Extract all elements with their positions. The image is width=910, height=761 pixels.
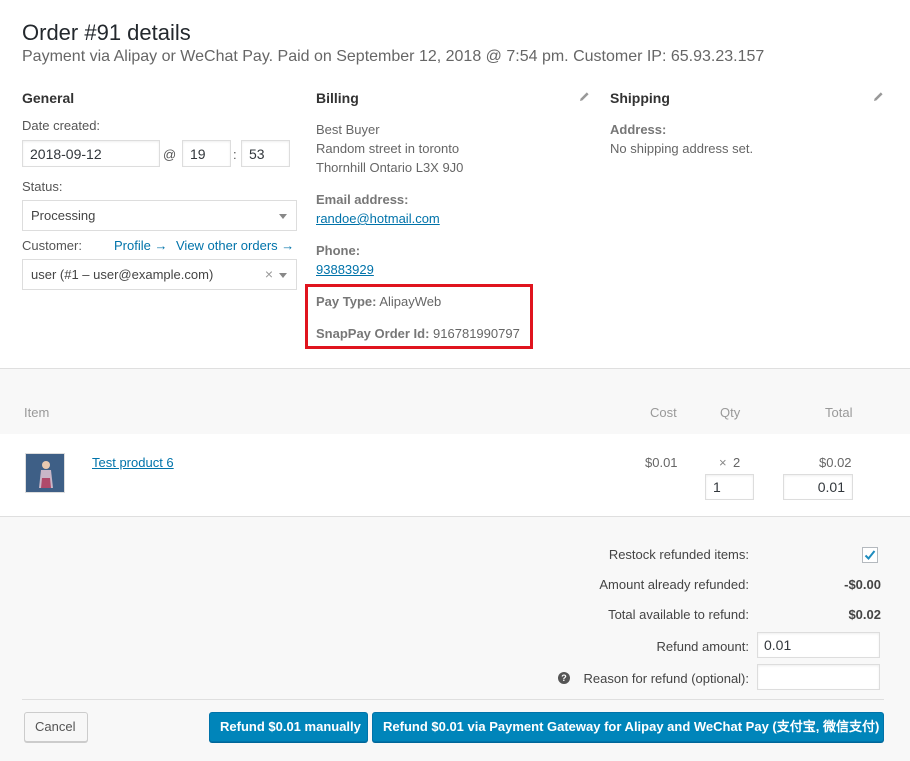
refund-reason-input[interactable]: [757, 664, 880, 690]
chevron-down-icon: [279, 214, 287, 219]
pay-type-row: Pay Type: AlipayWeb: [316, 292, 441, 311]
already-refunded-value: -$0.00: [844, 577, 881, 592]
shipping-address-label: Address:: [610, 122, 667, 137]
help-icon[interactable]: ?: [558, 672, 570, 684]
item-cost: $0.01: [645, 455, 678, 470]
available-to-refund-value: $0.02: [848, 607, 881, 622]
actions-divider: [22, 699, 884, 700]
qty-column-header: Qty: [720, 405, 741, 420]
snappay-order-id-value: 916781990797: [433, 326, 520, 341]
status-label: Status:: [22, 179, 63, 194]
customer-value: user (#1 – user@example.com): [31, 267, 214, 282]
item-total: $0.02: [819, 455, 852, 470]
restock-checkbox[interactable]: [862, 547, 878, 563]
pay-type-label: Pay Type:: [316, 294, 377, 309]
pay-type-value: AlipayWeb: [379, 294, 442, 309]
customer-select[interactable]: user (#1 – user@example.com) ×: [22, 259, 297, 290]
shipping-heading: Shipping: [610, 90, 670, 106]
page-title: Order #91 details: [22, 20, 191, 45]
product-name-link[interactable]: Test product 6: [92, 455, 174, 470]
refund-manually-button[interactable]: Refund $0.01 manually: [209, 712, 368, 742]
clear-icon[interactable]: ×: [265, 260, 273, 289]
snappay-order-id-label: SnapPay Order Id:: [316, 326, 430, 341]
customer-label: Customer:: [22, 238, 82, 253]
checkmark-icon: [864, 550, 876, 560]
billing-heading: Billing: [316, 90, 359, 106]
edit-billing-icon[interactable]: [579, 91, 590, 102]
refund-amount-label: Refund amount:: [656, 639, 749, 654]
date-created-input[interactable]: [22, 140, 160, 167]
date-created-label: Date created:: [22, 118, 101, 133]
refund-total-input[interactable]: [783, 474, 853, 500]
minute-input[interactable]: [241, 140, 290, 167]
email-link[interactable]: randoe@hotmail.com: [316, 211, 440, 226]
view-other-orders-link[interactable]: View other orders →: [176, 238, 294, 253]
hour-input[interactable]: [182, 140, 231, 167]
phone-label: Phone:: [316, 243, 361, 258]
cancel-button[interactable]: Cancel: [24, 712, 88, 742]
billing-address-line1: Best Buyer: [316, 122, 380, 137]
product-image-icon: [26, 454, 64, 492]
refund-qty-input[interactable]: [705, 474, 754, 500]
item-column-header: Item: [24, 405, 50, 420]
email-label: Email address:: [316, 192, 409, 207]
cost-column-header: Cost: [650, 405, 677, 420]
snappay-order-id-row: SnapPay Order Id: 916781990797: [316, 324, 520, 343]
shipping-address-value: No shipping address set.: [610, 141, 754, 156]
chevron-down-icon: [279, 273, 287, 278]
status-select[interactable]: Processing: [22, 200, 297, 231]
billing-address-line2: Random street in toronto: [316, 141, 460, 156]
order-subtitle: Payment via Alipay or WeChat Pay. Paid o…: [22, 48, 765, 65]
billing-address-line3: Thornhill Ontario L3X 9J0: [316, 160, 464, 175]
general-heading: General: [22, 90, 75, 106]
item-qty: 2: [733, 455, 741, 470]
time-colon: :: [233, 147, 237, 162]
profile-link[interactable]: Profile →: [114, 238, 167, 253]
total-column-header: Total: [825, 405, 853, 420]
product-thumbnail: [25, 453, 65, 493]
section-divider: [0, 368, 910, 391]
refund-via-gateway-button[interactable]: Refund $0.01 via Payment Gateway for Ali…: [372, 712, 884, 742]
available-to-refund-label: Total available to refund:: [608, 607, 749, 622]
phone-link[interactable]: 93883929: [316, 262, 374, 277]
status-value: Processing: [31, 208, 96, 223]
items-header: [0, 390, 910, 434]
restock-label: Restock refunded items:: [608, 547, 749, 562]
already-refunded-label: Amount already refunded:: [599, 577, 749, 592]
edit-shipping-icon[interactable]: [873, 91, 884, 102]
qty-multiplier: ×: [719, 455, 727, 470]
refund-reason-label: Reason for refund (optional):: [583, 671, 749, 686]
at-symbol: @: [163, 147, 177, 162]
refund-amount-input[interactable]: [757, 632, 880, 658]
